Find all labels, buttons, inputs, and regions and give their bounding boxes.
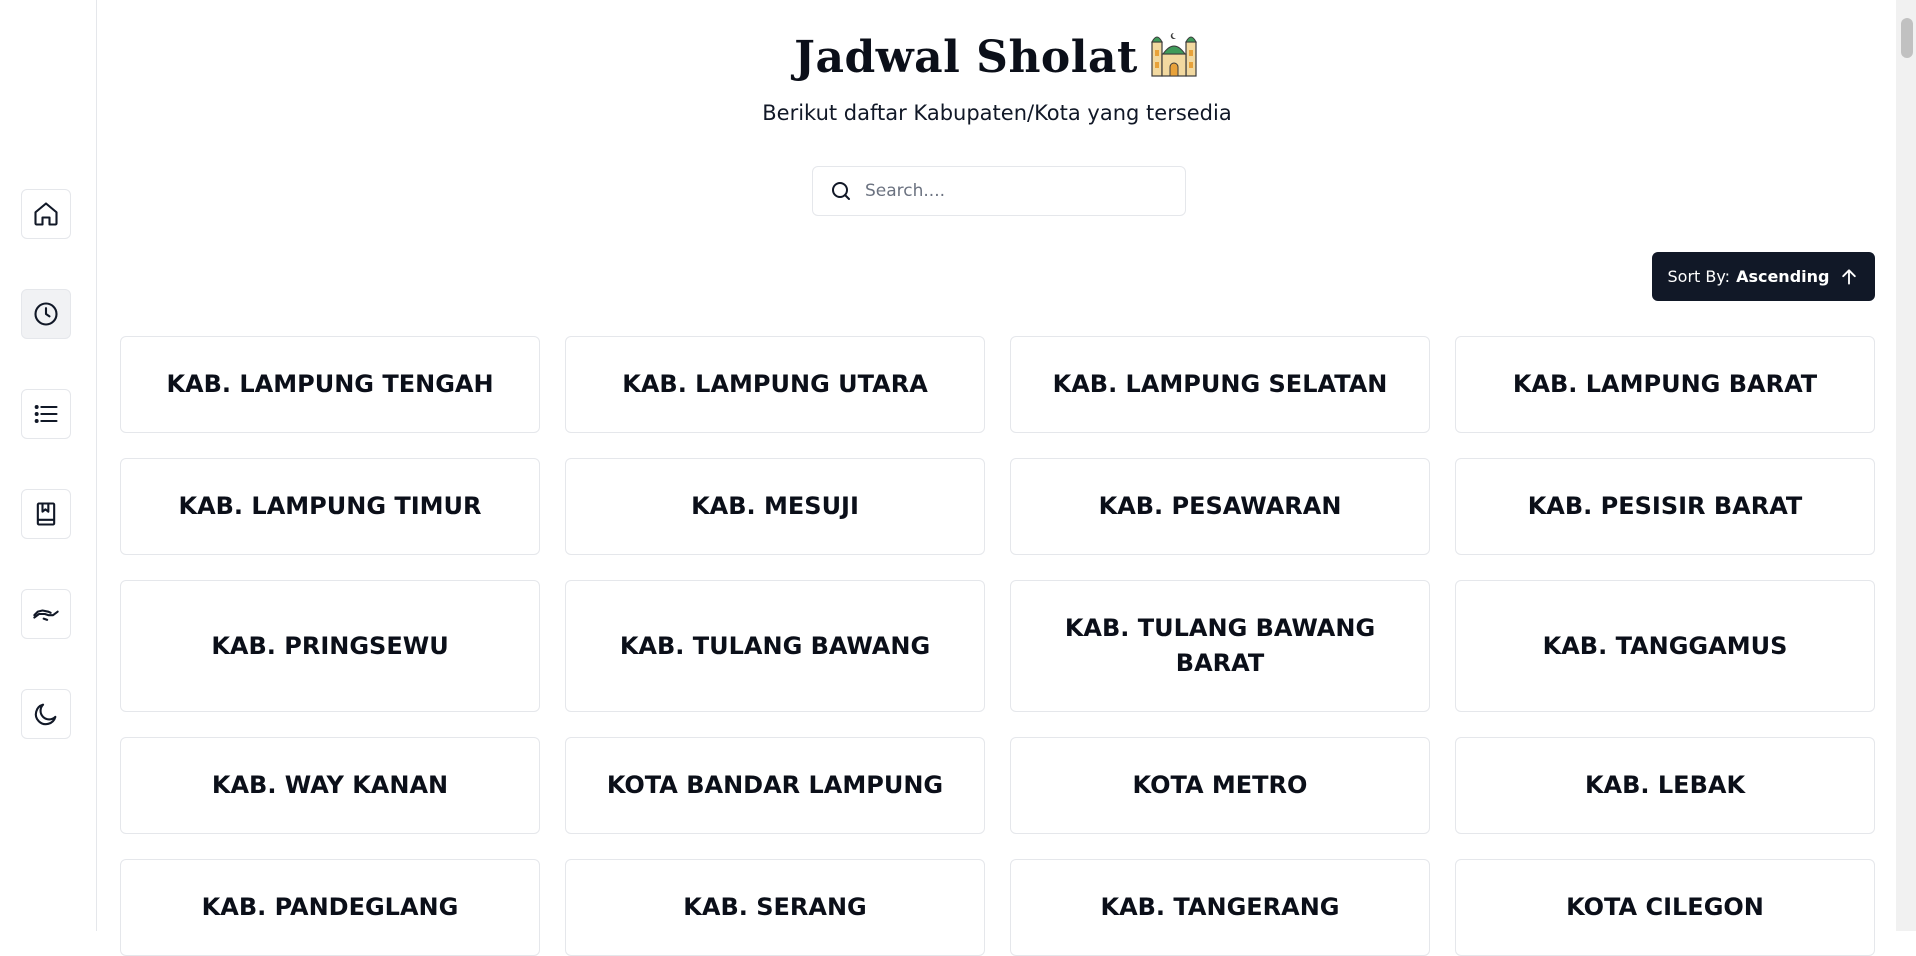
city-card[interactable]: KAB. TANGERANG (1010, 859, 1430, 956)
city-card[interactable]: KOTA CILEGON (1455, 859, 1875, 956)
city-card-label: KAB. TANGGAMUS (1542, 631, 1788, 660)
city-card[interactable]: KOTA BANDAR LAMPUNG (565, 737, 985, 834)
book-icon (36, 502, 56, 526)
city-card-label: KAB. LEBAK (1584, 771, 1746, 799)
prayer-times-button[interactable] (21, 289, 71, 339)
city-card-label: KAB. WAY KANAN (211, 771, 449, 799)
city-card-label: KAB. PRINGSEWU (211, 631, 449, 660)
city-card-label: KAB. PESISIR BARAT (1527, 492, 1803, 520)
city-card-label: KAB. PESAWARAN (1098, 492, 1342, 520)
city-card[interactable]: KAB. PANDEGLANG (120, 859, 540, 956)
city-card-label: KAB. LAMPUNG TIMUR (178, 492, 482, 520)
city-card[interactable]: KOTA METRO (1010, 737, 1430, 834)
city-card[interactable]: KAB. LAMPUNG UTARA (565, 336, 985, 433)
search-icon (832, 182, 850, 200)
page-subtitle: Berikut daftar Kabupaten/Kota yang terse… (762, 101, 1232, 125)
city-card-label: KAB. PANDEGLANG (201, 893, 459, 921)
city-card[interactable]: KAB. PESISIR BARAT (1455, 458, 1875, 555)
city-card[interactable]: KAB. WAY KANAN (120, 737, 540, 834)
city-card[interactable]: KAB. PRINGSEWU (120, 580, 540, 712)
city-card-label: KAB. LAMPUNG TENGAH (166, 370, 494, 398)
sort-button[interactable]: Sort By: Ascending (1652, 252, 1875, 301)
city-card[interactable]: KAB. MESUJI (565, 458, 985, 555)
main-content: Jadwal Sholat Berikut daftar Kabupaten/K… (98, 0, 1896, 956)
mosque-icon (1148, 28, 1200, 89)
page-title-text: Jadwal Sholat (794, 32, 1138, 83)
city-card-label: KOTA METRO (1132, 771, 1308, 799)
sidebar (0, 0, 97, 931)
city-card[interactable]: KAB. LAMPUNG TIMUR (120, 458, 540, 555)
city-card-label: KAB. LAMPUNG UTARA (622, 370, 928, 398)
home-icon (34, 202, 58, 226)
moon-icon (34, 703, 57, 726)
city-card-label: KAB. LAMPUNG SELATAN (1052, 370, 1388, 398)
city-card[interactable]: KAB. LAMPUNG TENGAH (120, 336, 540, 433)
search-input[interactable] (865, 181, 1165, 201)
city-card[interactable]: KAB. LEBAK (1455, 737, 1875, 834)
scrollbar-thumb[interactable] (1901, 18, 1913, 58)
city-card[interactable]: KAB. TANGGAMUS (1455, 580, 1875, 712)
city-card[interactable]: KAB. SERANG (565, 859, 985, 956)
city-card[interactable]: KAB. LAMPUNG SELATAN (1010, 336, 1430, 433)
hand-icon (33, 609, 59, 621)
city-card-label: KOTA BANDAR LAMPUNG (606, 771, 944, 799)
page-title: Jadwal Sholat (98, 28, 1896, 89)
book-button[interactable] (21, 489, 71, 539)
city-card-label: KAB. TULANG BAWANG BARAT (1064, 614, 1376, 677)
sort-label: Sort By: (1667, 267, 1731, 286)
clock-icon (34, 302, 58, 326)
list-icon (34, 405, 58, 423)
city-card-label: KAB. TULANG BAWANG (619, 631, 931, 660)
city-card-label: KAB. LAMPUNG BARAT (1512, 370, 1818, 398)
scrollbar[interactable] (1896, 0, 1916, 931)
city-card[interactable]: KAB. LAMPUNG BARAT (1455, 336, 1875, 433)
theme-toggle-button[interactable] (21, 689, 71, 739)
city-card[interactable]: KAB. TULANG BAWANG BARAT (1010, 580, 1430, 712)
search-box[interactable] (812, 166, 1186, 216)
home-button[interactable] (21, 189, 71, 239)
sort-value: Ascending (1736, 267, 1830, 286)
city-card-label: KOTA CILEGON (1566, 893, 1764, 921)
arrow-up-icon (1842, 268, 1857, 285)
city-card-label: KAB. SERANG (683, 893, 867, 921)
city-card[interactable]: KAB. PESAWARAN (1010, 458, 1430, 555)
list-button[interactable] (21, 389, 71, 439)
city-card-label: KAB. TANGERANG (1100, 893, 1340, 921)
city-card[interactable]: KAB. TULANG BAWANG (565, 580, 985, 712)
donate-button[interactable] (21, 589, 71, 639)
city-card-label: KAB. MESUJI (691, 492, 859, 520)
